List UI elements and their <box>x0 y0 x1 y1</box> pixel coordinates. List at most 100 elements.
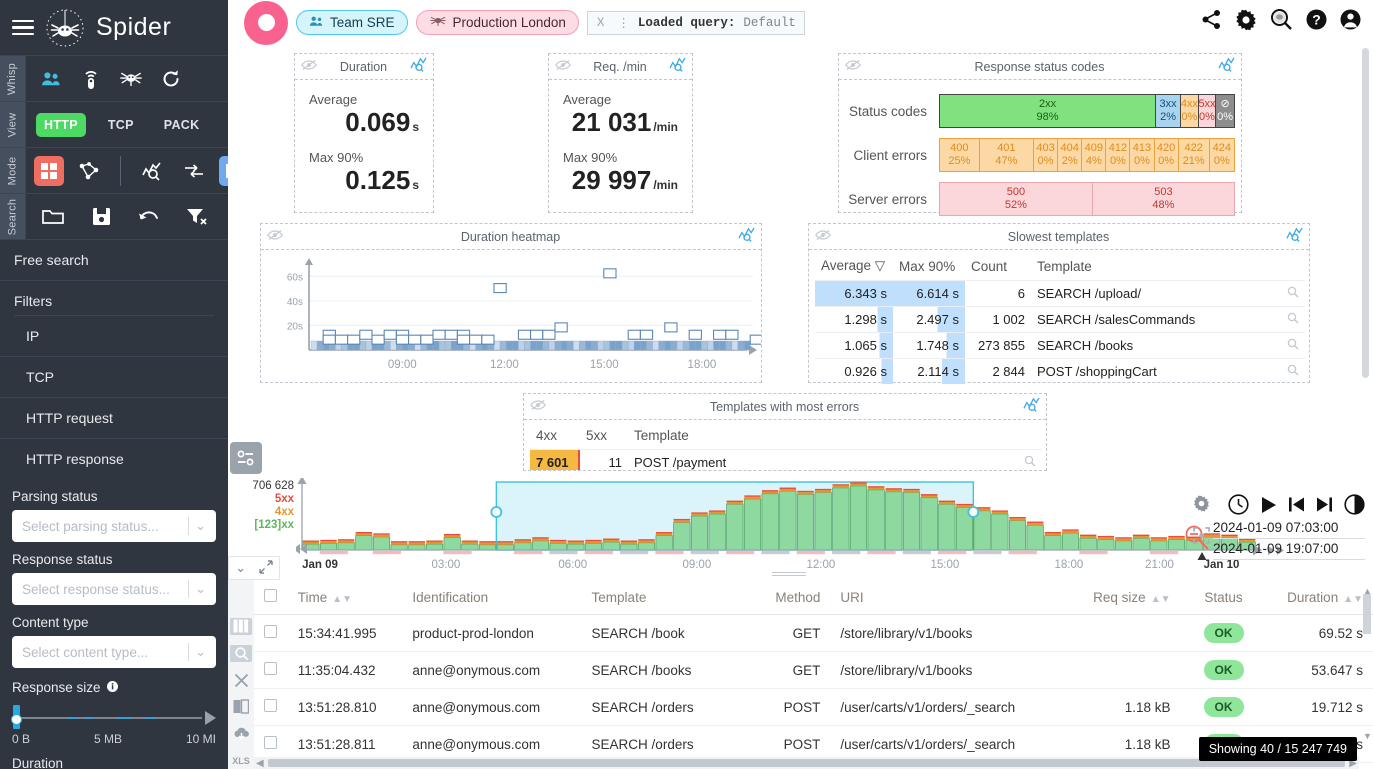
hide-eye-icon[interactable] <box>555 58 571 76</box>
client-error-segment[interactable]: 412 0% <box>1106 139 1131 171</box>
chart-search-icon[interactable] <box>1218 57 1235 77</box>
chip-production-london[interactable]: Production London <box>415 10 579 35</box>
hide-eye-icon[interactable] <box>845 58 861 76</box>
half-moon-icon[interactable] <box>1344 494 1365 521</box>
client-error-segment[interactable]: 424 0% <box>1209 139 1234 171</box>
row-checkbox[interactable] <box>254 651 288 689</box>
xls-icon[interactable]: XLS <box>230 752 252 769</box>
parsing-status-select[interactable]: Select parsing status... ⌄ <box>12 510 216 542</box>
table-row[interactable]: 13:51:28.810 anne@onymous.com SEARCH /orde… <box>254 688 1373 726</box>
undo-icon[interactable] <box>132 202 166 232</box>
account-icon[interactable] <box>1340 9 1361 35</box>
chevron-down-icon[interactable]: ⌄ <box>195 518 212 534</box>
chevron-down-icon[interactable]: ⌄ <box>195 644 212 660</box>
share-icon[interactable] <box>1201 9 1222 35</box>
select-all-checkbox[interactable] <box>254 580 288 615</box>
search-icon[interactable] <box>1281 358 1305 384</box>
client-error-segment[interactable]: 409 4% <box>1082 139 1107 171</box>
filter-clear-icon[interactable] <box>180 202 214 232</box>
book-icon[interactable] <box>230 698 252 715</box>
chart-search-icon[interactable] <box>1023 397 1040 417</box>
search-icon[interactable] <box>1281 332 1305 359</box>
hamburger-menu-icon[interactable] <box>12 19 34 36</box>
close-icon[interactable] <box>230 672 252 689</box>
view-tab-tcp[interactable]: TCP <box>100 113 142 137</box>
expand-icon[interactable] <box>259 559 273 577</box>
drag-handle-icon[interactable]: ⋮ <box>617 15 630 31</box>
table-icon[interactable] <box>219 155 228 186</box>
client-errors-bar[interactable]: 400 25% 401 47% 403 0% 404 2% 409 4% 412 0% 413 0% 420… <box>939 138 1235 172</box>
refresh-icon[interactable] <box>154 64 188 94</box>
col-time[interactable]: Time ▲▼ <box>287 580 403 615</box>
save-icon[interactable] <box>84 202 118 232</box>
col-average[interactable]: Average ▽ <box>815 254 893 281</box>
sidebar-filter-tcp[interactable]: TCP <box>0 357 228 398</box>
table-row[interactable]: 1.065 s 1.748 s 273 855 SEARCH /books <box>815 332 1305 359</box>
skip-back-icon[interactable] <box>1288 496 1305 519</box>
col-max90[interactable]: Max 90% <box>893 254 965 281</box>
sensor-icon[interactable] <box>74 64 108 94</box>
col-count[interactable]: Count <box>965 254 1031 281</box>
topology-icon[interactable] <box>72 156 106 186</box>
client-error-segment[interactable]: 403 0% <box>1034 139 1059 171</box>
sidebar-item-free-search[interactable]: Free search <box>0 240 228 281</box>
chevron-down-icon[interactable]: ⌄ <box>195 581 212 597</box>
chip-team-sre[interactable]: Team SRE <box>296 10 408 35</box>
server-error-segment[interactable]: 500 52% <box>940 183 1093 215</box>
info-icon[interactable] <box>106 680 118 695</box>
chart-search-icon[interactable] <box>135 156 169 186</box>
response-status-select[interactable]: Select response status... ⌄ <box>12 573 216 605</box>
col-status[interactable]: Status <box>1180 580 1267 615</box>
table-horizontal-scrollbar[interactable]: ◀ ▶ <box>254 757 1359 769</box>
col-method[interactable]: Method <box>750 580 831 615</box>
client-error-segment[interactable]: 400 25% <box>940 139 980 171</box>
gear-icon[interactable] <box>1235 9 1257 36</box>
table-vertical-scrollbar[interactable]: ▲ ▼ <box>1363 586 1372 753</box>
col-template[interactable]: Template <box>1031 254 1281 281</box>
hide-eye-icon[interactable] <box>530 398 546 416</box>
sidebar-filter-http-request[interactable]: HTTP request <box>0 398 228 439</box>
content-type-select[interactable]: Select content type... ⌄ <box>12 636 216 668</box>
resize-handle[interactable] <box>772 572 806 576</box>
table-row[interactable]: 11:35:04.432 anne@onymous.com SEARCH /book… <box>254 651 1373 689</box>
chart-search-icon[interactable] <box>738 227 755 247</box>
chevron-down-icon[interactable]: ⌄ <box>235 560 246 576</box>
client-error-segment[interactable]: 422 21% <box>1178 139 1210 171</box>
col-4xx[interactable]: 4xx <box>530 424 580 450</box>
col-template[interactable]: Template <box>628 424 1018 450</box>
gear-icon[interactable] <box>1193 495 1217 517</box>
table-row[interactable]: 6.343 s 6.614 s 6 SEARCH /upload/ <box>815 280 1305 307</box>
download-cloud-icon[interactable] <box>230 725 252 742</box>
folder-open-icon[interactable] <box>36 202 70 232</box>
status-segment[interactable]: ⊘ 0% <box>1216 95 1234 127</box>
view-tab-http[interactable]: HTTP <box>36 112 86 137</box>
skip-forward-icon[interactable] <box>1316 496 1333 519</box>
table-row[interactable]: 15:34:41.995 product-prod-london SEARCH /b… <box>254 614 1373 652</box>
client-error-segment[interactable]: 420 0% <box>1154 139 1179 171</box>
sidebar-filter-ip[interactable]: IP <box>0 316 228 357</box>
range-start[interactable]: 2024-01-09 07:03:00 <box>1213 518 1365 539</box>
row-checkbox[interactable] <box>254 614 288 652</box>
sort-icon[interactable]: ▲▼ <box>1343 594 1363 605</box>
table-row[interactable]: 7 601 11 POST /payment <box>530 449 1042 470</box>
sidebar-filter-http-response[interactable]: HTTP response <box>0 439 228 479</box>
sort-icon[interactable]: ▲▼ <box>332 594 352 605</box>
play-icon[interactable] <box>1260 496 1277 520</box>
record-icon[interactable] <box>244 0 288 45</box>
status-segment[interactable]: 2xx 98% <box>940 95 1157 127</box>
query-builder-toggle-button[interactable] <box>230 442 262 474</box>
chart-search-icon[interactable] <box>669 57 686 77</box>
status-segment[interactable]: 3xx 2% <box>1156 95 1182 127</box>
client-error-segment[interactable]: 401 47% <box>979 139 1035 171</box>
search-icon[interactable] <box>1018 449 1042 470</box>
search-icon[interactable] <box>1281 306 1305 333</box>
sort-icon[interactable]: ▲▼ <box>1151 594 1171 605</box>
view-tab-pack[interactable]: PACK <box>156 113 208 137</box>
server-errors-bar[interactable]: 500 52% 503 48% <box>939 182 1235 216</box>
slider-handle[interactable] <box>11 705 22 729</box>
server-error-segment[interactable]: 503 48% <box>1092 183 1234 215</box>
status-codes-bar[interactable]: 2xx 98% 3xx 2% 4xx 0% 5xx 0% ⊘ 0% <box>939 94 1235 128</box>
main-scrollbar[interactable] <box>1362 48 1369 378</box>
close-icon[interactable]: X <box>592 16 610 30</box>
row-checkbox[interactable] <box>254 688 288 726</box>
